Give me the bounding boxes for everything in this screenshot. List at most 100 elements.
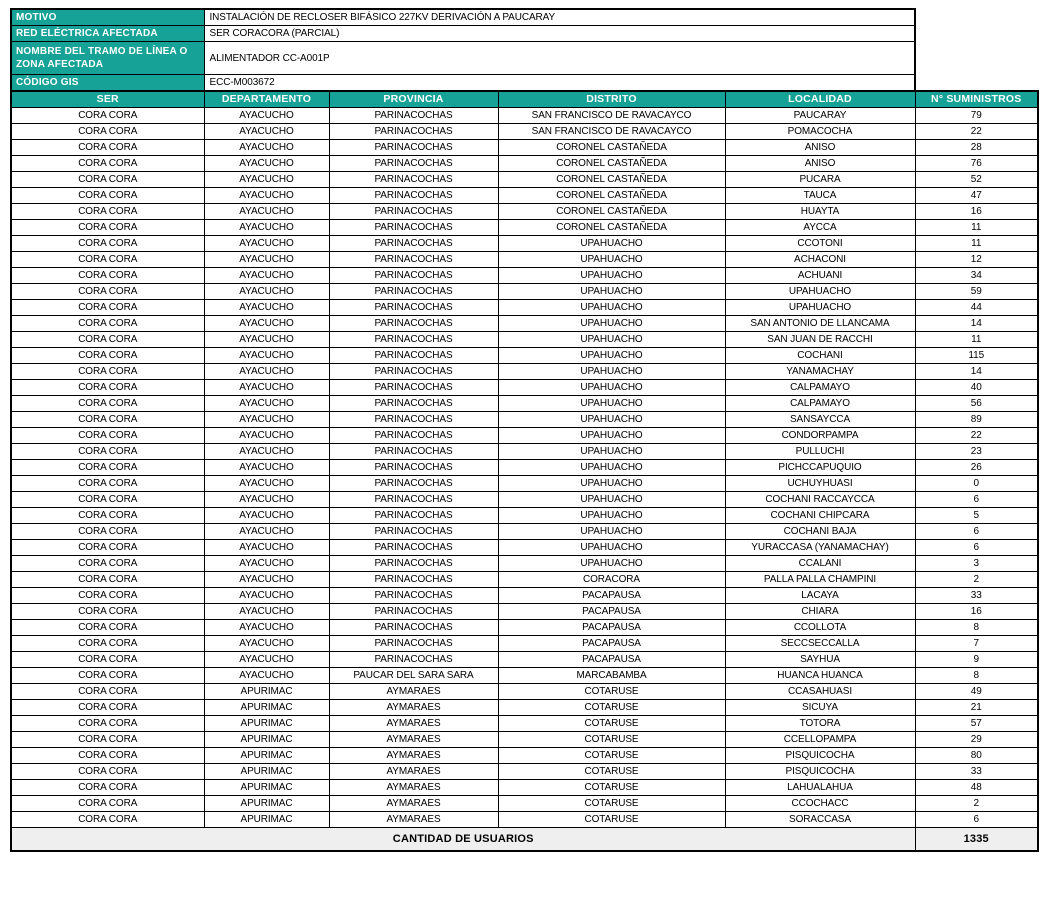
table-cell: UPAHUACHO [498, 364, 725, 380]
table-row: CORA CORAAYACUCHOPARINACOCHASPACAPAUSASE… [11, 636, 1038, 652]
table-cell: 14 [915, 364, 1038, 380]
table-cell: AYACUCHO [204, 604, 329, 620]
table-cell: UPAHUACHO [498, 268, 725, 284]
table-cell: CORA CORA [11, 124, 204, 140]
table-cell: CORA CORA [11, 572, 204, 588]
codigo-gis-value: ECC-M003672 [204, 75, 915, 92]
table-cell: 76 [915, 156, 1038, 172]
table-row: CORA CORAAPURIMACAYMARAESCOTARUSEPISQUIC… [11, 748, 1038, 764]
table-cell: 33 [915, 588, 1038, 604]
total-row: CANTIDAD DE USUARIOS 1335 [11, 828, 1038, 852]
table-cell: UPAHUACHO [498, 348, 725, 364]
table-cell: APURIMAC [204, 748, 329, 764]
motivo-value: INSTALACIÓN DE RECLOSER BIFÁSICO 227KV D… [204, 9, 915, 26]
table-cell: CORA CORA [11, 684, 204, 700]
table-cell: 21 [915, 700, 1038, 716]
table-cell: 23 [915, 444, 1038, 460]
table-cell: AYACUCHO [204, 252, 329, 268]
table-cell: PARINACOCHAS [329, 652, 498, 668]
table-cell: CHIARA [725, 604, 915, 620]
table-cell: 56 [915, 396, 1038, 412]
table-cell: CORA CORA [11, 476, 204, 492]
table-cell: 52 [915, 172, 1038, 188]
nombre-tramo-label: NOMBRE DEL TRAMO DE LÍNEA O ZONA AFECTAD… [11, 42, 204, 75]
table-cell: PARINACOCHAS [329, 620, 498, 636]
table-cell: CCELLOPAMPA [725, 732, 915, 748]
table-cell: 6 [915, 524, 1038, 540]
table-cell: CORA CORA [11, 524, 204, 540]
table-cell: PARINACOCHAS [329, 268, 498, 284]
table-cell: ANISO [725, 140, 915, 156]
table-cell: CORA CORA [11, 732, 204, 748]
table-cell: COCHANI CHIPCARA [725, 508, 915, 524]
table-row: CORA CORAAYACUCHOPARINACOCHASUPAHUACHOCO… [11, 524, 1038, 540]
table-cell: 11 [915, 220, 1038, 236]
table-cell: APURIMAC [204, 700, 329, 716]
table-row: CORA CORAAYACUCHOPARINACOCHASUPAHUACHOPU… [11, 444, 1038, 460]
table-footer: CANTIDAD DE USUARIOS 1335 [11, 828, 1038, 852]
table-cell: SAN FRANCISCO DE RAVACAYCO [498, 124, 725, 140]
table-row: CORA CORAAYACUCHOPARINACOCHASCORONEL CAS… [11, 156, 1038, 172]
table-cell: 16 [915, 604, 1038, 620]
table-cell: UPAHUACHO [498, 444, 725, 460]
table-row: CORA CORAAYACUCHOPARINACOCHASUPAHUACHOCC… [11, 556, 1038, 572]
col-header-provincia: PROVINCIA [329, 91, 498, 108]
header-row: SER DEPARTAMENTO PROVINCIA DISTRITO LOCA… [11, 91, 1038, 108]
table-cell: CORONEL CASTAÑEDA [498, 172, 725, 188]
table-cell: UPAHUACHO [498, 396, 725, 412]
table-cell: UPAHUACHO [498, 252, 725, 268]
report-sheet: MOTIVO INSTALACIÓN DE RECLOSER BIFÁSICO … [10, 8, 1039, 852]
table-row: CORA CORAAYACUCHOPAUCAR DEL SARA SARAMAR… [11, 668, 1038, 684]
table-cell: PARINACOCHAS [329, 140, 498, 156]
table-cell: CORA CORA [11, 812, 204, 828]
table-row: CORA CORAAYACUCHOPARINACOCHASCORONEL CAS… [11, 204, 1038, 220]
table-cell: AYACUCHO [204, 524, 329, 540]
table-cell: 11 [915, 236, 1038, 252]
table-cell: CORACORA [498, 572, 725, 588]
table-cell: 29 [915, 732, 1038, 748]
table-cell: 6 [915, 540, 1038, 556]
table-row: CORA CORAAYACUCHOPARINACOCHASUPAHUACHOUP… [11, 284, 1038, 300]
table-cell: CORA CORA [11, 236, 204, 252]
table-cell: AYACUCHO [204, 652, 329, 668]
table-cell: PARINACOCHAS [329, 204, 498, 220]
table-cell: CORA CORA [11, 588, 204, 604]
table-cell: CALPAMAYO [725, 396, 915, 412]
total-label: CANTIDAD DE USUARIOS [11, 828, 915, 852]
table-cell: CORA CORA [11, 508, 204, 524]
table-cell: PARINACOCHAS [329, 108, 498, 124]
table-cell: PUCARA [725, 172, 915, 188]
table-cell: PULLUCHI [725, 444, 915, 460]
table-cell: AYACUCHO [204, 540, 329, 556]
table-cell: 14 [915, 316, 1038, 332]
table-cell: PARINACOCHAS [329, 236, 498, 252]
table-row: CORA CORAAYACUCHOPARINACOCHASCORONEL CAS… [11, 220, 1038, 236]
table-cell: CORA CORA [11, 716, 204, 732]
table-cell: PARINACOCHAS [329, 524, 498, 540]
table-cell: CORA CORA [11, 700, 204, 716]
table-cell: HUAYTA [725, 204, 915, 220]
table-cell: CORA CORA [11, 444, 204, 460]
table-cell: PARINACOCHAS [329, 188, 498, 204]
table-cell: PARINACOCHAS [329, 604, 498, 620]
table-cell: 6 [915, 812, 1038, 828]
table-cell: CORA CORA [11, 220, 204, 236]
table-cell: CORA CORA [11, 172, 204, 188]
table-cell: PARINACOCHAS [329, 348, 498, 364]
table-cell: AYACUCHO [204, 204, 329, 220]
table-cell: 9 [915, 652, 1038, 668]
table-cell: 8 [915, 620, 1038, 636]
table-cell: CORA CORA [11, 364, 204, 380]
table-cell: 5 [915, 508, 1038, 524]
table-cell: PALLA PALLA CHAMPINI [725, 572, 915, 588]
table-cell: SICUYA [725, 700, 915, 716]
red-electrica-value: SER CORACORA (PARCIAL) [204, 26, 915, 42]
table-cell: CCOLLOTA [725, 620, 915, 636]
table-cell: 0 [915, 476, 1038, 492]
table-cell: CCASAHUASI [725, 684, 915, 700]
table-cell: UPAHUACHO [498, 540, 725, 556]
table-cell: APURIMAC [204, 684, 329, 700]
table-row: CORA CORAAYACUCHOPARINACOCHASUPAHUACHOCO… [11, 508, 1038, 524]
table-cell: AYACUCHO [204, 412, 329, 428]
table-cell: CORONEL CASTAÑEDA [498, 204, 725, 220]
